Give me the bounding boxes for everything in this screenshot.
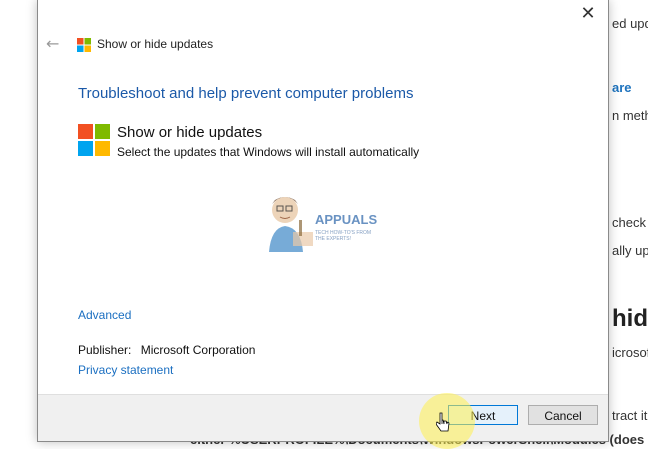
cancel-button[interactable]: Cancel [528,405,598,425]
mouse-pointer-icon [436,412,450,432]
svg-text:APPUALS: APPUALS [315,212,377,227]
bg-heading: hid [612,305,648,332]
publisher-label: Publisher: [78,343,132,357]
svg-text:THE EXPERTS!: THE EXPERTS! [315,236,351,242]
bg-text-line: n meth [612,108,648,123]
dialog-title: Show or hide updates [97,37,214,51]
back-arrow-icon[interactable]: ← [46,36,62,52]
advanced-link[interactable]: Advanced [78,308,131,322]
appuals-watermark-logo: APPUALS TECH HOW-TO'S FROM THE EXPERTS! [269,197,377,252]
bg-text-line: tract it [612,408,648,423]
bg-text-line: icrosof [612,345,648,360]
publisher-value: Microsoft Corporation [140,343,256,357]
close-button[interactable]: ✕ [576,4,600,26]
publisher-info: Publisher: Microsoft Corporation [78,343,255,357]
tool-name: Show or hide updates [117,124,263,141]
dialog-header: ← Show or hide updates [38,30,608,60]
windows-logo-icon [77,38,91,52]
bg-text-line: ed upd [612,16,648,31]
bg-text-line: check [612,215,646,230]
page-heading: Troubleshoot and help prevent computer p… [78,85,414,102]
bg-link[interactable]: are [612,80,632,95]
troubleshooter-dialog: ✕ ← Show or hide updates Troubleshoot an… [37,0,609,442]
windows-logo-icon [78,124,110,156]
tool-description: Select the updates that Windows will ins… [117,145,420,159]
dialog-footer: Next Cancel [38,394,608,441]
bg-text-line: ally upo [612,243,648,258]
privacy-statement-link[interactable]: Privacy statement [78,363,173,377]
